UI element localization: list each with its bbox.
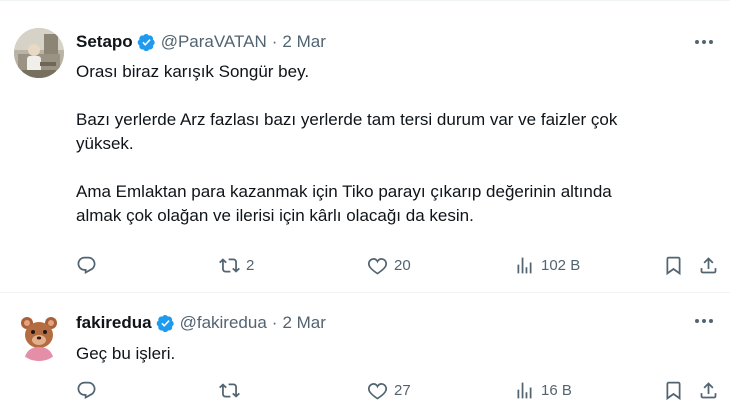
reply-button[interactable] <box>76 253 103 277</box>
retweet-icon <box>219 257 240 273</box>
avatar-bear-illustration <box>14 311 64 361</box>
avatar-photo <box>14 28 64 78</box>
reply-icon <box>77 256 96 274</box>
verified-badge-icon <box>137 33 155 51</box>
action-bar: 27 16 B <box>76 378 720 402</box>
retweet-button[interactable]: 2 <box>219 253 254 277</box>
retweet-button[interactable] <box>219 378 246 402</box>
handle[interactable]: @ParaVATAN <box>161 32 267 52</box>
verified-badge-icon <box>156 314 174 332</box>
display-name[interactable]: Setapo <box>76 32 133 52</box>
retweet-count: 2 <box>246 256 255 274</box>
more-icon[interactable] <box>692 30 716 54</box>
tweet-paragraph: Bazı yerlerde Arz fazlası bazı yerlerde … <box>76 110 618 153</box>
like-icon <box>367 257 388 275</box>
views-button[interactable]: 102 B <box>514 253 580 277</box>
tweet-header: Setapo @ParaVATAN · 2 Mar <box>76 30 326 54</box>
tweet-paragraph: Geç bu işleri. <box>76 344 176 363</box>
tweet[interactable]: fakiredua @fakiredua · 2 Mar Geç bu işle… <box>0 293 730 420</box>
tweet-text: Orası biraz karışık Songür bey. Bazı yer… <box>76 60 696 228</box>
like-count: 20 <box>394 256 411 274</box>
timestamp[interactable]: 2 Mar <box>282 32 325 52</box>
separator-dot: · <box>271 313 278 332</box>
tweet-text: Geç bu işleri. <box>76 342 696 366</box>
tweet-paragraph: Orası biraz karışık Songür bey. <box>76 62 310 81</box>
views-count: 102 B <box>541 256 581 274</box>
action-bar: 2 20 102 B <box>76 253 720 277</box>
avatar[interactable] <box>14 28 64 78</box>
views-button[interactable]: 16 B <box>514 378 572 402</box>
avatar[interactable] <box>14 311 64 361</box>
bookmark-button[interactable] <box>663 378 684 402</box>
views-icon <box>517 382 532 398</box>
bookmark-button[interactable] <box>663 253 684 277</box>
views-count: 16 B <box>541 381 572 399</box>
like-count: 27 <box>394 381 411 399</box>
tweet-header: fakiredua @fakiredua · 2 Mar <box>76 311 326 335</box>
like-icon <box>367 382 388 400</box>
reply-button[interactable] <box>76 378 103 402</box>
share-icon <box>700 381 717 398</box>
retweet-icon <box>219 382 240 398</box>
tweet[interactable]: Setapo @ParaVATAN · 2 Mar Orası biraz ka… <box>0 0 730 293</box>
more-icon[interactable] <box>692 309 716 333</box>
like-button[interactable]: 20 <box>367 253 411 277</box>
share-button[interactable] <box>698 253 719 277</box>
bookmark-icon <box>666 256 681 275</box>
reply-icon <box>77 381 96 399</box>
separator-dot: · <box>271 32 278 51</box>
like-button[interactable]: 27 <box>367 378 411 402</box>
timestamp[interactable]: 2 Mar <box>282 313 325 333</box>
share-button[interactable] <box>698 378 719 402</box>
bookmark-icon <box>666 381 681 400</box>
share-icon <box>700 256 717 273</box>
display-name[interactable]: fakiredua <box>76 313 152 333</box>
tweet-paragraph: Ama Emlaktan para kazanmak için Tiko par… <box>76 182 612 225</box>
handle[interactable]: @fakiredua <box>180 313 267 333</box>
views-icon <box>517 257 532 273</box>
